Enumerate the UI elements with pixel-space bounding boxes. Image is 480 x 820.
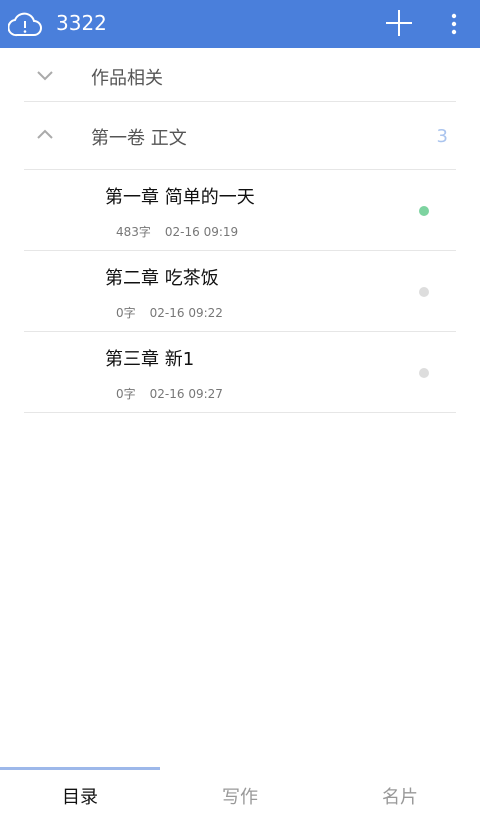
chevron-down-icon (37, 71, 53, 81)
tab-profile[interactable]: 名片 (320, 783, 480, 809)
chapter-row[interactable]: 第三章 新1 0字 02-16 09:27 (24, 332, 456, 413)
book-title: 3322 (56, 11, 107, 35)
volume-row-main[interactable]: 第一卷 正文 3 (24, 102, 456, 170)
volume-title: 作品相关 (91, 68, 163, 89)
word-count: 483字 (116, 225, 151, 239)
chapter-meta: 0字 02-16 09:22 (116, 304, 223, 321)
chapter-meta: 483字 02-16 09:19 (116, 223, 238, 240)
chapter-title: 第一章 简单的一天 (105, 187, 255, 208)
tab-catalog[interactable]: 目录 (0, 783, 160, 809)
plus-icon[interactable] (386, 10, 412, 36)
chapter-count: 3 (436, 126, 448, 147)
sync-status-dot (419, 287, 429, 297)
volume-title: 第一卷 正文 (91, 128, 187, 149)
word-count: 0字 (116, 387, 136, 401)
cloud-alert-icon[interactable] (8, 10, 42, 38)
word-count: 0字 (116, 306, 136, 320)
chapter-title: 第三章 新1 (105, 349, 195, 370)
sync-status-dot (419, 368, 429, 378)
more-vert-icon[interactable] (448, 12, 460, 36)
chapter-meta: 0字 02-16 09:27 (116, 385, 223, 402)
volume-row-works[interactable]: 作品相关 (24, 48, 456, 102)
sync-status-dot (419, 206, 429, 216)
chapter-title: 第二章 吃茶饭 (105, 268, 219, 289)
app-bar: 3322 (0, 0, 480, 48)
chapter-row[interactable]: 第一章 简单的一天 483字 02-16 09:19 (24, 170, 456, 251)
catalog-list: 作品相关 第一卷 正文 3 第一章 简单的一天 483字 02-16 09:19 … (24, 48, 456, 413)
chapter-row[interactable]: 第二章 吃茶饭 0字 02-16 09:22 (24, 251, 456, 332)
chapter-time: 02-16 09:27 (149, 387, 223, 401)
chapter-time: 02-16 09:19 (164, 225, 239, 239)
chevron-up-icon (37, 129, 53, 139)
chapter-time: 02-16 09:22 (149, 306, 223, 320)
tab-indicator (0, 767, 160, 770)
bottom-nav: 目录 写作 名片 (0, 766, 480, 820)
tab-write[interactable]: 写作 (160, 783, 320, 809)
